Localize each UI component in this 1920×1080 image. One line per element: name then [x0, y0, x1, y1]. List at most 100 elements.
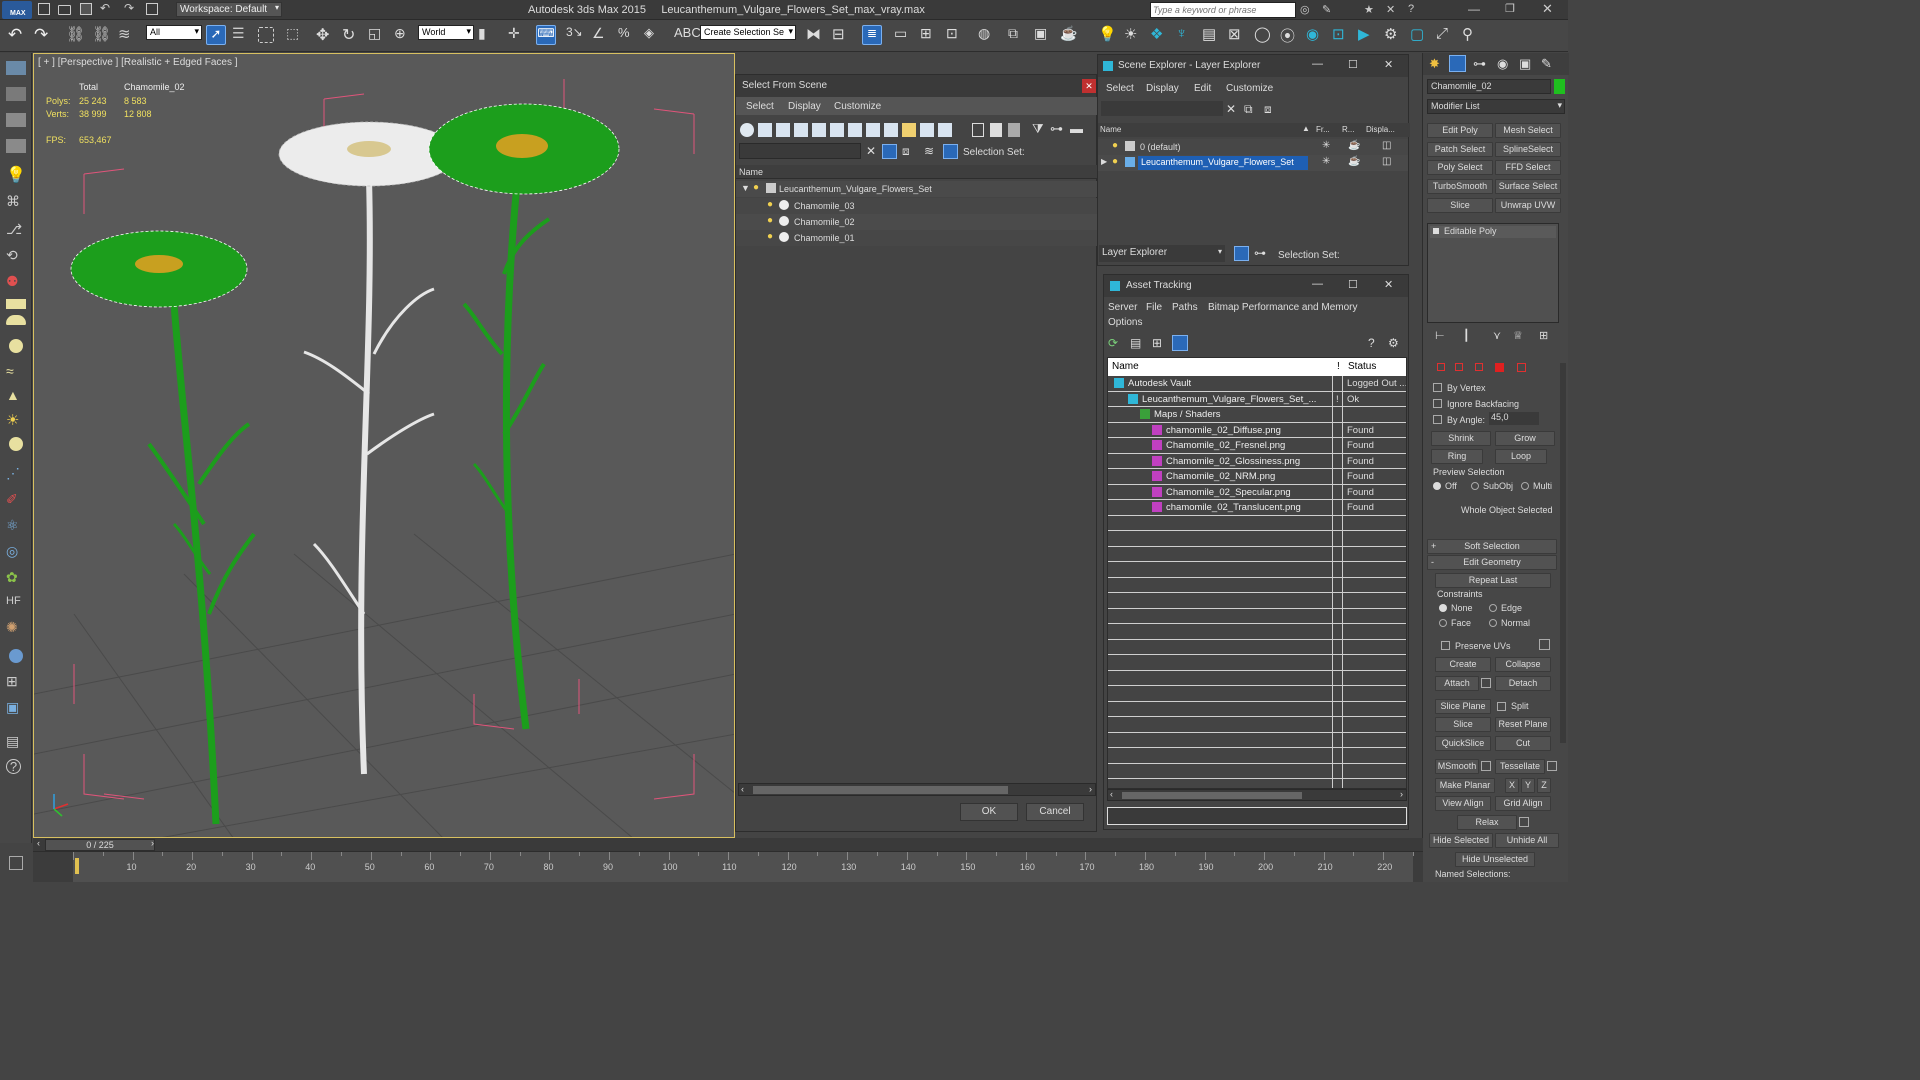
vray-vfb-icon[interactable]: ⤢ [1436, 25, 1456, 45]
rect-selection-icon[interactable] [258, 27, 274, 43]
menu-bitmap[interactable]: Bitmap Performance and Memory [1208, 302, 1358, 313]
help-icon[interactable]: ? [6, 759, 21, 774]
hierarchy-mode-icon[interactable]: ⊶ [1254, 246, 1266, 260]
options-icon[interactable]: ▬ [1070, 121, 1083, 136]
minimize-icon[interactable]: — [1468, 2, 1480, 16]
rotate-icon[interactable]: ↻ [342, 25, 362, 45]
fur-icon[interactable]: ✺ [6, 619, 26, 639]
ffd-select-button[interactable]: FFD Select [1495, 160, 1561, 175]
create-tab-icon[interactable]: ✸ [1429, 56, 1440, 72]
attach-settings-icon[interactable] [1481, 678, 1491, 688]
reset-plane-button[interactable]: Reset Plane [1495, 717, 1551, 732]
scene-explorer-search[interactable] [1101, 101, 1223, 116]
motion-tab-icon[interactable]: ◉ [1497, 56, 1508, 72]
time-slider[interactable]: ‹ 0 / 225 › [33, 838, 1423, 852]
scatter-icon[interactable]: ⋰ [6, 465, 26, 485]
hide-unselected-button[interactable]: Hide Unselected [1455, 852, 1535, 867]
close-icon[interactable]: ✕ [1384, 58, 1393, 71]
layers-icon[interactable] [6, 113, 26, 127]
object-color-swatch[interactable] [1554, 79, 1565, 94]
menu-server[interactable]: Server [1108, 302, 1137, 313]
menu-edit[interactable]: Edit [1194, 83, 1211, 94]
workspace-dropdown[interactable]: Workspace: Default ▾ [176, 2, 282, 17]
flower-middle[interactable] [278, 121, 460, 775]
redo-icon[interactable]: ↷ [124, 1, 134, 15]
tree-item-row[interactable]: ● Chamomile_03 [736, 198, 1098, 214]
hierarchy-tab-icon[interactable]: ⊶ [1473, 56, 1486, 72]
time-slider-thumb[interactable]: 0 / 225 [45, 839, 155, 851]
keyboard-shortcut-icon[interactable]: ⌨ [536, 25, 556, 45]
asset-table-row[interactable]: Maps / Shaders [1108, 407, 1406, 423]
constraint-face-radio[interactable] [1439, 619, 1447, 627]
col-render[interactable]: R... [1342, 125, 1354, 134]
light-bulb-icon[interactable]: ● [1112, 140, 1118, 151]
col-name[interactable]: Name [1100, 125, 1121, 134]
remove-modifier-icon[interactable]: ♕ [1513, 329, 1523, 342]
list-view-icon[interactable]: ▤ [1130, 336, 1141, 350]
filter-helpers-icon[interactable] [812, 123, 826, 137]
col-flag[interactable]: ! [1337, 361, 1340, 372]
msmooth-settings-icon[interactable] [1481, 761, 1491, 771]
project-icon[interactable] [146, 3, 158, 15]
loop-button[interactable]: Loop [1495, 449, 1547, 464]
snaps-toggle-icon[interactable]: 3↘ [566, 25, 586, 45]
network-icon[interactable]: ⊞ [6, 673, 26, 693]
select-by-name-icon[interactable]: ☰ [232, 25, 252, 45]
col-name[interactable]: Name [1112, 361, 1139, 372]
menu-select[interactable]: Select [1106, 83, 1134, 94]
flower-left[interactable] [70, 230, 256, 825]
render-window-icon[interactable]: ▣ [6, 699, 26, 719]
bind-spacewarp-icon[interactable]: ≋ [118, 25, 138, 45]
collapse-triangle-icon[interactable]: ▼ [741, 183, 750, 193]
add-to-layer-icon[interactable]: ⧈ [1264, 102, 1272, 117]
plane-icon[interactable] [6, 299, 26, 309]
explorer-icon[interactable] [6, 87, 26, 101]
rendered-frame-icon[interactable]: ▣ [1034, 25, 1054, 45]
curve-editor-icon[interactable]: ⊞ [920, 25, 940, 45]
tessellate-button[interactable]: Tessellate [1495, 759, 1545, 774]
tessellate-settings-icon[interactable] [1547, 761, 1557, 771]
msmooth-button[interactable]: MSmooth [1435, 759, 1479, 774]
asset-table-row[interactable]: Leucanthemum_Vulgare_Flowers_Set_...! Ok [1108, 392, 1406, 407]
relax-settings-icon[interactable] [1519, 817, 1529, 827]
selection-set-icon[interactable] [943, 144, 958, 159]
vray-frame-buffer-icon[interactable]: ⦿ [1280, 25, 1300, 45]
scroll-thumb[interactable] [753, 786, 1008, 794]
scene-canvas[interactable] [34, 54, 735, 838]
plant-icon[interactable]: ✿ [6, 569, 26, 589]
element-icon[interactable] [1517, 363, 1526, 372]
list-icon[interactable] [6, 139, 26, 153]
split-checkbox[interactable] [1497, 702, 1506, 711]
surface-select-button[interactable]: Surface Select [1495, 179, 1561, 194]
layer-row-flowers[interactable]: ▶ ● Leucanthemum_Vulgare_Flowers_Set ✳ ☕… [1098, 155, 1408, 171]
grid-align-button[interactable]: Grid Align [1495, 796, 1551, 811]
unhide-all-button[interactable]: Unhide All [1495, 833, 1559, 848]
asset-table-row[interactable]: Chamomile_02_NRM.png Found [1108, 469, 1406, 485]
material-editor-icon[interactable]: ◍ [978, 25, 998, 45]
light-icon[interactable]: 💡 [6, 165, 26, 185]
pin-stack-icon[interactable]: ⊢ [1435, 329, 1445, 342]
paint-icon[interactable]: ✐ [6, 491, 26, 511]
dialog-close-icon[interactable]: ✕ [1082, 79, 1096, 93]
scroll-thumb[interactable] [1122, 792, 1302, 799]
shrink-button[interactable]: Shrink [1431, 431, 1491, 446]
maximize-icon[interactable]: ❐ [1505, 2, 1515, 15]
repeat-last-button[interactable]: Repeat Last [1435, 573, 1551, 588]
new-layer-icon[interactable]: ⧉ [1244, 102, 1253, 117]
redo-icon[interactable]: ↷ [34, 25, 54, 45]
wave-icon[interactable]: ≈ [6, 363, 26, 383]
by-vertex-checkbox[interactable] [1433, 383, 1442, 392]
cone-icon[interactable]: ▲ [6, 387, 26, 407]
vertex-icon[interactable] [1437, 363, 1445, 371]
new-file-icon[interactable] [38, 3, 50, 15]
by-angle-spinner[interactable]: 45,0 [1489, 412, 1539, 425]
find-filter-icon[interactable] [882, 144, 897, 159]
undo-icon[interactable]: ↶ [100, 1, 110, 15]
container-icon[interactable] [6, 61, 26, 75]
tools-icon[interactable]: ✎ [1322, 3, 1331, 16]
slice-button[interactable]: Slice [1435, 717, 1491, 732]
flower-right[interactable] [428, 103, 620, 730]
render-teapot-icon[interactable]: ☕ [1348, 140, 1360, 151]
border-icon[interactable] [1475, 363, 1483, 371]
constraint-normal-radio[interactable] [1489, 619, 1497, 627]
